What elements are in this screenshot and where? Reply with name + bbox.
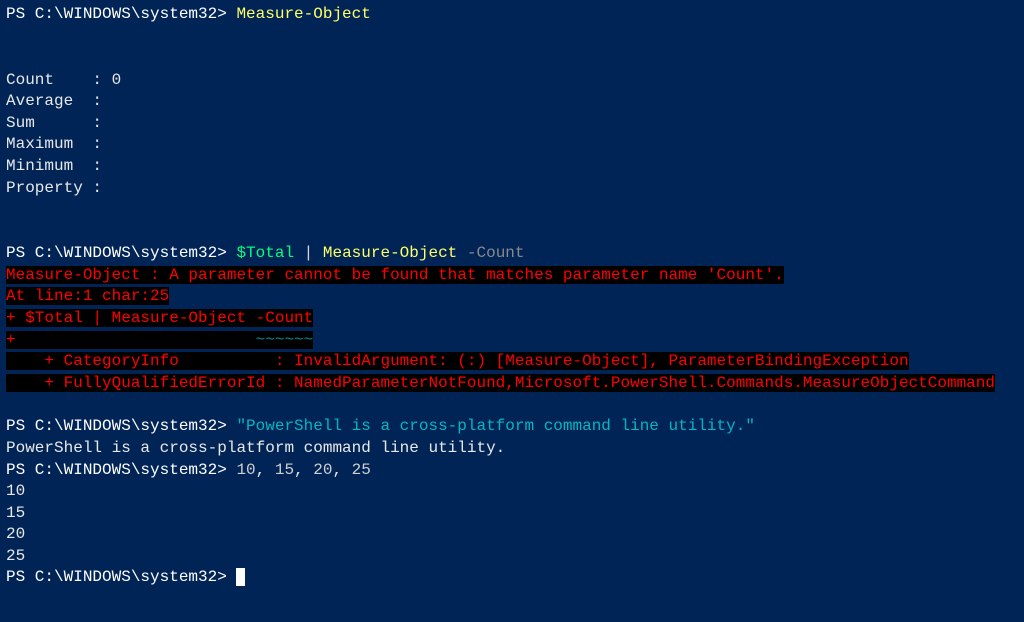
command-measure-object: Measure-Object: [323, 244, 457, 262]
output-number: 10: [6, 481, 1018, 503]
command-line-4: PS C:\WINDOWS\system32> 10, 15, 20, 25: [6, 460, 1018, 482]
command-line-3: PS C:\WINDOWS\system32> "PowerShell is a…: [6, 416, 1018, 438]
prompt: PS C:\WINDOWS\system32>: [6, 244, 236, 262]
output-property: Property :: [6, 178, 1018, 200]
error-line-1: Measure-Object : A parameter cannot be f…: [6, 265, 1018, 287]
output-maximum: Maximum :: [6, 134, 1018, 156]
command-measure-object: Measure-Object: [236, 5, 370, 23]
number-literal: 20: [313, 461, 332, 479]
number-literal: 10: [236, 461, 255, 479]
prompt: PS C:\WINDOWS\system32>: [6, 461, 236, 479]
output-number: 25: [6, 546, 1018, 568]
output-number: 15: [6, 503, 1018, 525]
string-literal: "PowerShell is a cross-platform command …: [236, 417, 754, 435]
output-string: PowerShell is a cross-platform command l…: [6, 438, 1018, 460]
number-literal: 15: [275, 461, 294, 479]
blank-line: [6, 26, 1018, 70]
terminal-content[interactable]: PS C:\WINDOWS\system32> Measure-Object C…: [6, 4, 1018, 589]
output-count: Count : 0: [6, 70, 1018, 92]
output-sum: Sum :: [6, 113, 1018, 135]
error-line-4: + ~~~~~~: [6, 330, 1018, 352]
command-line-2: PS C:\WINDOWS\system32> $Total | Measure…: [6, 243, 1018, 265]
output-average: Average :: [6, 91, 1018, 113]
prompt: PS C:\WINDOWS\system32>: [6, 568, 236, 586]
param-count: -Count: [457, 244, 524, 262]
pipe: |: [294, 244, 323, 262]
blank-line: [6, 199, 1018, 243]
number-literal: 25: [352, 461, 371, 479]
variable-total: $Total: [236, 244, 294, 262]
prompt: PS C:\WINDOWS\system32>: [6, 5, 236, 23]
output-number: 20: [6, 524, 1018, 546]
prompt: PS C:\WINDOWS\system32>: [6, 417, 236, 435]
error-line-2: At line:1 char:25: [6, 286, 1018, 308]
error-line-6: + FullyQualifiedErrorId : NamedParameter…: [6, 373, 1018, 395]
command-line-5[interactable]: PS C:\WINDOWS\system32>: [6, 567, 1018, 589]
blank-line: [6, 394, 1018, 416]
error-line-5: + CategoryInfo : InvalidArgument: (:) [M…: [6, 351, 1018, 373]
command-line-1: PS C:\WINDOWS\system32> Measure-Object: [6, 4, 1018, 26]
cursor-icon: [236, 568, 245, 586]
output-minimum: Minimum :: [6, 156, 1018, 178]
error-line-3: + $Total | Measure-Object -Count: [6, 308, 1018, 330]
